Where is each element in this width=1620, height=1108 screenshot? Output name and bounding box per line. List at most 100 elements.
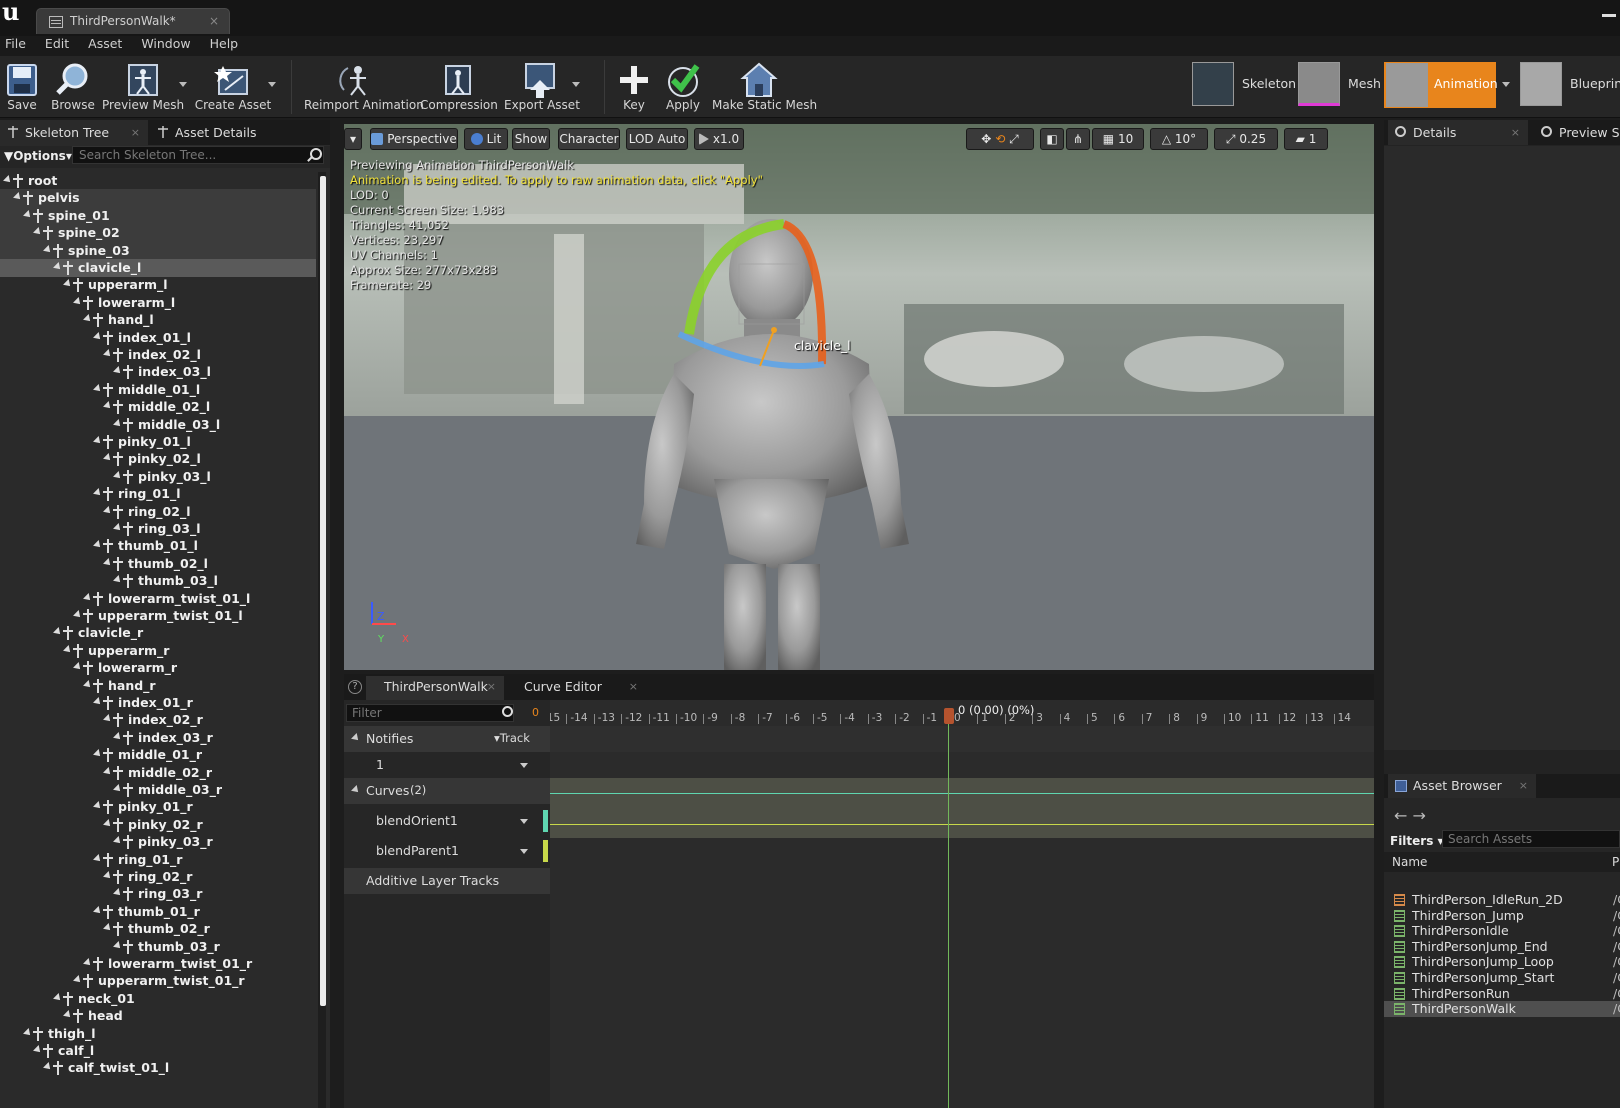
bone-row[interactable]: middle_03_r	[0, 781, 316, 799]
bone-row[interactable]: spine_02	[0, 224, 316, 243]
bone-row[interactable]: pelvis	[0, 189, 316, 208]
bone-row[interactable]: lowerarm_twist_01_l	[0, 590, 316, 608]
close-icon[interactable]: ×	[1519, 774, 1528, 798]
notify-track-row[interactable]: 1	[344, 752, 550, 778]
bone-row[interactable]: index_02_r	[0, 711, 316, 729]
search-icon[interactable]	[502, 706, 513, 717]
save-button[interactable]: Save	[0, 56, 44, 118]
asset-row[interactable]: ThirdPersonJump_End/C	[1384, 939, 1620, 955]
bone-row[interactable]: clavicle_l	[0, 259, 316, 277]
bone-row[interactable]: ring_01_r	[0, 851, 316, 869]
skeleton-mode-button[interactable]: Skeleton	[1192, 62, 1296, 108]
bone-row[interactable]: middle_03_l	[0, 416, 316, 434]
tab-third-person-walk[interactable]: ThirdPersonWalk ×	[366, 676, 504, 700]
apply-button[interactable]: Apply	[660, 56, 706, 118]
perspective-button[interactable]: Perspective	[370, 128, 458, 150]
chevron-down-icon[interactable]	[520, 819, 528, 824]
menu-file[interactable]: File	[0, 36, 34, 56]
playhead-handle[interactable]	[944, 708, 954, 724]
create-asset-button[interactable]: Create Asset	[194, 56, 272, 118]
bone-row[interactable]: spine_01	[0, 206, 316, 225]
scale-snap-control[interactable]: ⤢ 0.25	[1214, 128, 1278, 150]
viewport-options-button[interactable]: ▾	[344, 128, 362, 150]
preview-mesh-dropdown-icon[interactable]	[179, 82, 187, 87]
lod-button[interactable]: LOD Auto	[626, 128, 688, 150]
tab-preview-settings[interactable]: Preview S	[1534, 120, 1620, 145]
bone-row[interactable]: calf_l	[0, 1042, 316, 1060]
filters-dropdown[interactable]: Filters ▾	[1390, 834, 1444, 848]
bone-row[interactable]: ring_02_l	[0, 503, 316, 521]
asset-row[interactable]: ThirdPersonRun/C	[1384, 986, 1620, 1002]
bone-row[interactable]: thumb_01_l	[0, 537, 316, 555]
bone-row[interactable]: root	[0, 172, 316, 190]
translate-icon[interactable]: ✥	[981, 132, 991, 146]
mesh-mode-button[interactable]: Mesh	[1298, 62, 1381, 108]
close-icon[interactable]: ×	[1511, 120, 1520, 145]
bone-row[interactable]: lowerarm_l	[0, 294, 316, 312]
bone-row[interactable]: middle_02_r	[0, 764, 316, 782]
bone-row[interactable]: ring_02_r	[0, 868, 316, 886]
asset-row[interactable]: ThirdPersonWalk/C	[1384, 1001, 1620, 1018]
name-column-header[interactable]: Name	[1392, 855, 1427, 869]
bone-row[interactable]: upperarm_twist_01_r	[0, 972, 316, 990]
asset-search-input[interactable]: Search Assets	[1442, 830, 1620, 848]
bone-row[interactable]: lowerarm_r	[0, 659, 316, 677]
asset-row[interactable]: ThirdPersonJump_Loop/C	[1384, 954, 1620, 970]
menu-edit[interactable]: Edit	[40, 36, 77, 56]
bone-row[interactable]: lowerarm_twist_01_r	[0, 955, 316, 973]
bone-row[interactable]: pinky_02_r	[0, 816, 316, 834]
close-icon[interactable]: ×	[487, 676, 496, 698]
bone-row[interactable]: index_02_l	[0, 346, 316, 364]
back-arrow-icon[interactable]: ←	[1394, 806, 1407, 825]
export-asset-button[interactable]: Export Asset	[504, 56, 580, 118]
rotate-icon[interactable]: ⟲	[995, 132, 1005, 146]
tab-asset-browser[interactable]: Asset Browser ×	[1388, 774, 1536, 798]
chevron-down-icon[interactable]	[520, 849, 528, 854]
asset-row[interactable]: ThirdPerson_IdleRun_2D/C	[1384, 892, 1620, 908]
key-button[interactable]: Key	[614, 56, 654, 118]
search-icon[interactable]	[310, 148, 322, 160]
world-local-toggle[interactable]: ◧	[1040, 128, 1064, 150]
bone-row[interactable]: upperarm_twist_01_l	[0, 607, 316, 625]
lit-button[interactable]: Lit	[464, 128, 508, 150]
bone-row[interactable]: thumb_02_l	[0, 555, 316, 573]
bone-row[interactable]: index_03_l	[0, 363, 316, 381]
tab-skeleton-tree[interactable]: Skeleton Tree ×	[0, 120, 148, 145]
bone-row[interactable]: index_01_r	[0, 694, 316, 712]
tab-details[interactable]: Details ×	[1388, 120, 1528, 145]
menu-asset[interactable]: Asset	[83, 36, 130, 56]
rotation-snap-control[interactable]: △ 10°	[1150, 128, 1208, 150]
make-static-mesh-button[interactable]: Make Static Mesh	[712, 56, 817, 118]
bone-row[interactable]: middle_01_r	[0, 746, 316, 764]
bone-row[interactable]: ring_03_r	[0, 885, 316, 903]
bone-row[interactable]: thumb_03_r	[0, 938, 316, 956]
collapse-icon[interactable]	[351, 733, 361, 743]
tree-scrollbar-thumb[interactable]	[320, 176, 326, 1006]
bone-row[interactable]: ring_03_l	[0, 520, 316, 538]
bone-row[interactable]: index_01_l	[0, 329, 316, 347]
track-dropdown[interactable]: ▾Track	[494, 731, 530, 745]
close-icon[interactable]: ×	[131, 120, 140, 145]
menu-help[interactable]: Help	[205, 36, 247, 56]
bone-row[interactable]: index_03_r	[0, 729, 316, 747]
bone-row[interactable]: spine_03	[0, 241, 316, 260]
notifies-header[interactable]: Notifies ▾Track	[344, 726, 550, 752]
create-asset-dropdown-icon[interactable]	[268, 82, 276, 87]
show-button[interactable]: Show	[512, 128, 550, 150]
export-asset-dropdown-icon[interactable]	[572, 82, 580, 87]
document-tab[interactable]: ThirdPersonWalk* ×	[36, 8, 230, 34]
bone-row[interactable]: pinky_03_l	[0, 468, 316, 486]
camera-speed-control[interactable]: ▰ 1	[1284, 128, 1328, 150]
curve-row-blend-parent[interactable]: blendParent1	[344, 836, 550, 866]
close-icon[interactable]: ×	[209, 14, 219, 28]
compression-button[interactable]: Compression	[420, 56, 498, 118]
scale-icon[interactable]: ⤢	[1009, 132, 1019, 146]
skeleton-search-input[interactable]: Search Skeleton Tree...	[72, 146, 324, 164]
tab-curve-editor[interactable]: Curve Editor ×	[506, 676, 646, 700]
animation-viewport[interactable]: ▾ Perspective Lit Show Character LOD Aut…	[344, 124, 1374, 670]
bone-row[interactable]: upperarm_r	[0, 642, 316, 660]
track-filter-input[interactable]: Filter	[346, 704, 514, 722]
bone-row[interactable]: pinky_02_l	[0, 450, 316, 468]
bone-row[interactable]: thigh_l	[0, 1025, 316, 1043]
minimize-window-button[interactable]	[1602, 14, 1616, 17]
